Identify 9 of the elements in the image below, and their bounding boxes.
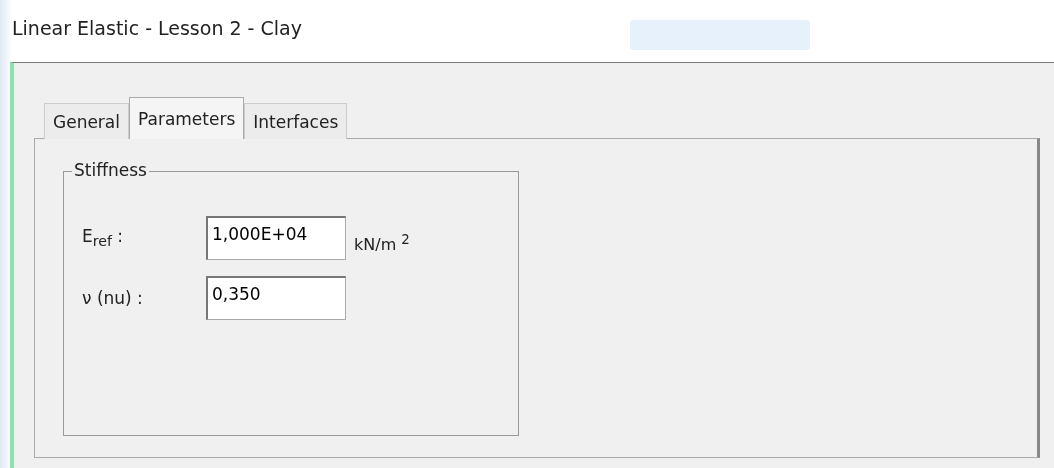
unit-label: kN/m $^{2}$: [354, 231, 410, 255]
tab[interactable]: Interfaces: [244, 103, 348, 139]
tab[interactable]: Parameters: [129, 97, 245, 139]
tab[interactable]: General: [44, 103, 129, 139]
field-label: ν (nu) :: [82, 288, 144, 308]
input-field[interactable]: 1,000E+04: [206, 216, 346, 260]
input-field[interactable]: 0,350: [206, 276, 346, 320]
window-title: Linear Elastic - Lesson 2 - Clay: [12, 17, 302, 39]
field-label: E$_{ref}$ :: [82, 226, 125, 250]
